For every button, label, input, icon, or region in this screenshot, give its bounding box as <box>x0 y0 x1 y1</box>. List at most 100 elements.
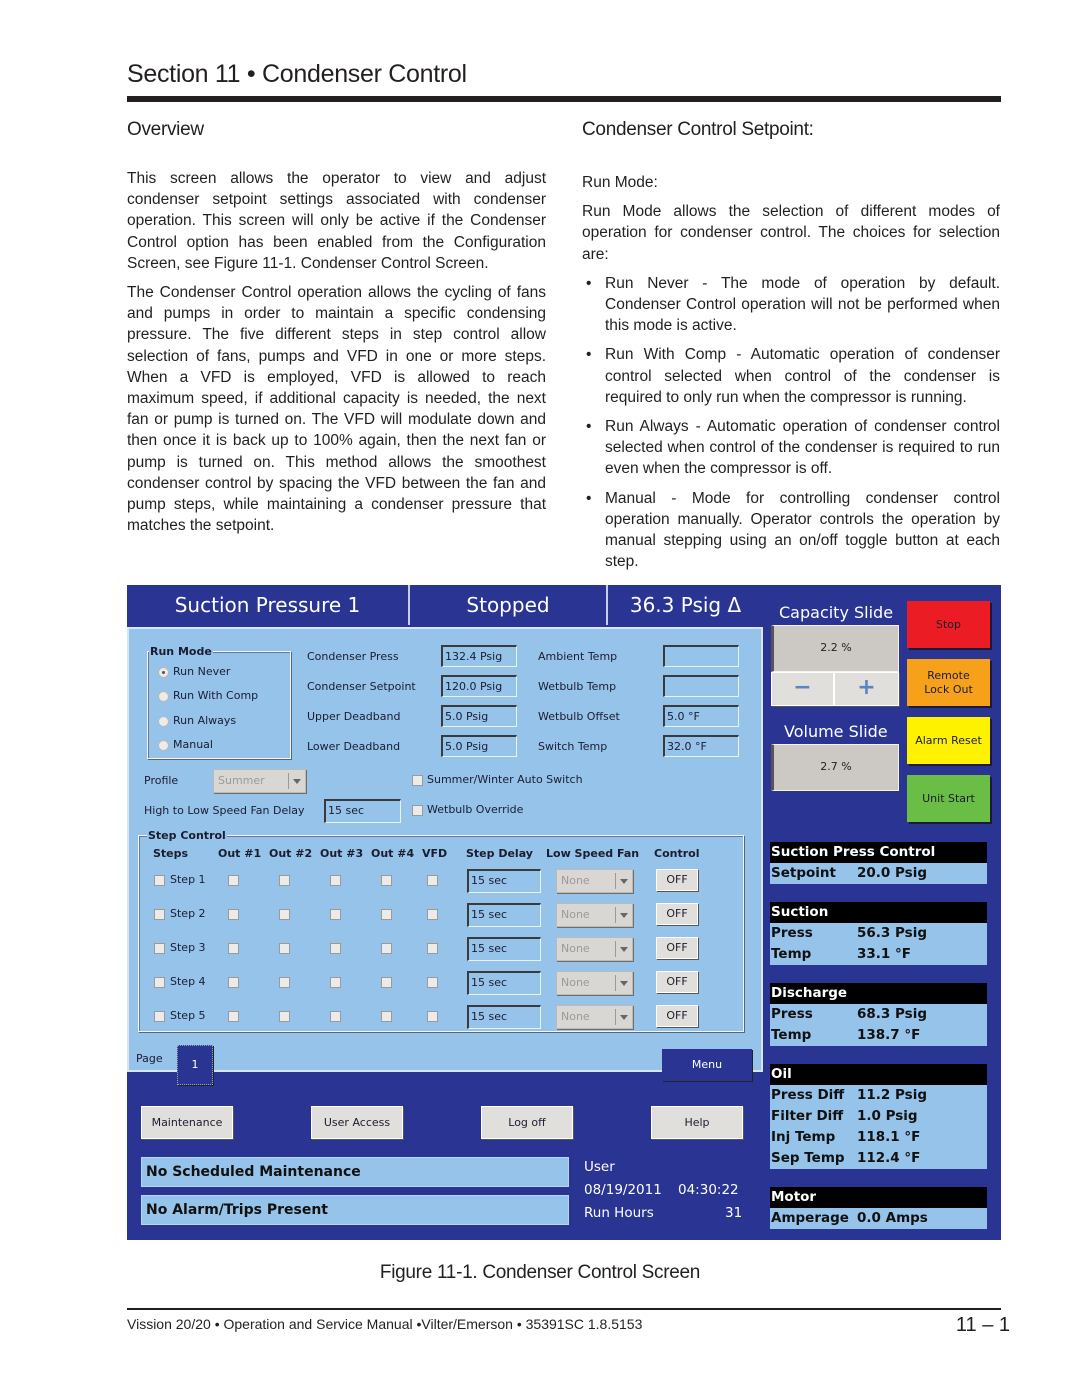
out-3-checkbox[interactable] <box>330 1011 341 1022</box>
profile-label: Profile <box>144 774 179 787</box>
out-4-checkbox[interactable] <box>381 943 392 954</box>
vfd-checkbox[interactable] <box>427 1011 438 1022</box>
footer-rule <box>127 1308 1001 1310</box>
maintenance-button[interactable]: Maintenance <box>141 1106 233 1139</box>
condenser-press-label: Condenser Press <box>307 650 399 663</box>
wetbulb-override-label: Wetbulb Override <box>427 803 524 816</box>
step-enable-checkbox[interactable] <box>154 977 165 988</box>
page-number-button[interactable]: 1 <box>177 1045 213 1085</box>
status-value: 118.1 °F <box>857 1129 921 1145</box>
low-speed-fan-select[interactable]: None <box>556 937 633 961</box>
run-with-comp-radio[interactable] <box>158 691 169 702</box>
user-access-button[interactable]: User Access <box>311 1106 403 1139</box>
out-2-checkbox[interactable] <box>279 977 290 988</box>
step-control-toggle-button[interactable]: OFF <box>656 869 698 891</box>
out-4-checkbox[interactable] <box>381 875 392 886</box>
step-delay-input[interactable]: 15 sec <box>467 903 541 927</box>
chevron-down-icon <box>615 941 632 957</box>
step-delay-input[interactable]: 15 sec <box>467 937 541 961</box>
out-1-checkbox[interactable] <box>228 977 239 988</box>
status-value: 112.4 °F <box>857 1150 921 1166</box>
compressor-name-tab[interactable]: Suction Pressure 1 <box>127 585 410 625</box>
status-key: Filter Diff <box>771 1108 844 1124</box>
profile-select[interactable]: Summer <box>213 769 306 793</box>
setpoint-column: Run Mode: Run Mode allows the selection … <box>582 172 1000 580</box>
condenser-setpoint-input[interactable]: 120.0 Psig <box>441 675 517 697</box>
low-speed-fan-select[interactable]: None <box>556 1005 633 1029</box>
alarm-reset-button[interactable]: Alarm Reset <box>907 717 990 764</box>
status-value: 56.3 Psig <box>857 925 927 941</box>
list-item: • Run Never - The mode of operation by de… <box>582 273 1000 337</box>
status-group-title: Oil <box>770 1064 987 1085</box>
step-control-toggle-button[interactable]: OFF <box>656 1005 698 1027</box>
step-delay-input[interactable]: 15 sec <box>467 1005 541 1029</box>
column-header-vfd: VFD <box>422 847 448 860</box>
summer-winter-auto-switch-label: Summer/Winter Auto Switch <box>427 773 583 786</box>
step-enable-checkbox[interactable] <box>154 909 165 920</box>
out-3-checkbox[interactable] <box>330 977 341 988</box>
out-1-checkbox[interactable] <box>228 943 239 954</box>
step-enable-checkbox[interactable] <box>154 1011 165 1022</box>
step-control-toggle-button[interactable]: OFF <box>656 937 698 959</box>
fan-delay-input[interactable]: 15 sec <box>324 799 401 823</box>
low-speed-fan-select[interactable]: None <box>556 903 633 927</box>
low-speed-fan-select[interactable]: None <box>556 971 633 995</box>
step-enable-checkbox[interactable] <box>154 943 165 954</box>
out-1-checkbox[interactable] <box>228 909 239 920</box>
out-3-checkbox[interactable] <box>330 943 341 954</box>
bullet-icon: • <box>586 418 592 436</box>
step-delay-input[interactable]: 15 sec <box>467 971 541 995</box>
step-control-toggle-button[interactable]: OFF <box>656 971 698 993</box>
run-never-radio[interactable] <box>158 667 169 678</box>
wetbulb-offset-input[interactable]: 5.0 °F <box>663 705 739 727</box>
vfd-checkbox[interactable] <box>427 875 438 886</box>
unit-start-button[interactable]: Unit Start <box>907 775 990 822</box>
out-1-checkbox[interactable] <box>228 1011 239 1022</box>
manual-radio[interactable] <box>158 740 169 751</box>
out-2-checkbox[interactable] <box>279 1011 290 1022</box>
out-2-checkbox[interactable] <box>279 943 290 954</box>
lower-deadband-input[interactable]: 5.0 Psig <box>441 735 517 757</box>
capacity-increase-button[interactable]: + <box>834 672 899 706</box>
step-delay-input[interactable]: 15 sec <box>467 869 541 893</box>
run-always-label: Run Always <box>173 714 237 727</box>
out-4-checkbox[interactable] <box>381 977 392 988</box>
stop-button[interactable]: Stop <box>907 601 990 648</box>
figure-caption: Figure 11-1. Condenser Control Screen <box>379 1262 701 1283</box>
status-row: Press 56.3 Psig <box>770 923 987 944</box>
step-control-toggle-button[interactable]: OFF <box>656 903 698 925</box>
switch-temp-input[interactable]: 32.0 °F <box>663 735 739 757</box>
vfd-checkbox[interactable] <box>427 943 438 954</box>
out-3-checkbox[interactable] <box>330 909 341 920</box>
list-item-text: Run Never - The mode of operation by def… <box>605 274 1000 335</box>
list-item: • Run Always - Automatic operation of con… <box>582 416 1000 480</box>
capacity-decrease-button[interactable]: − <box>771 672 834 706</box>
help-button[interactable]: Help <box>651 1106 743 1139</box>
menu-button[interactable]: Menu <box>662 1049 752 1081</box>
remote-lock-out-button[interactable]: Remote Lock Out <box>907 659 990 706</box>
low-speed-fan-select[interactable]: None <box>556 869 633 893</box>
step-control-group <box>138 835 744 1032</box>
vfd-checkbox[interactable] <box>427 909 438 920</box>
out-3-checkbox[interactable] <box>330 875 341 886</box>
out-4-checkbox[interactable] <box>381 909 392 920</box>
upper-deadband-input[interactable]: 5.0 Psig <box>441 705 517 727</box>
status-row: Press 68.3 Psig <box>770 1004 987 1025</box>
status-row: Inj Temp 118.1 °F <box>770 1127 987 1148</box>
step-enable-checkbox[interactable] <box>154 875 165 886</box>
log-off-button[interactable]: Log off <box>481 1106 573 1139</box>
wetbulb-override-checkbox[interactable] <box>412 805 423 816</box>
summer-winter-auto-switch-checkbox[interactable] <box>412 775 423 786</box>
run-never-label: Run Never <box>173 665 231 678</box>
status-value: 68.3 Psig <box>857 1006 927 1022</box>
vfd-checkbox[interactable] <box>427 977 438 988</box>
out-4-checkbox[interactable] <box>381 1011 392 1022</box>
volume-slide-title: Volume Slide <box>784 722 888 741</box>
out-1-checkbox[interactable] <box>228 875 239 886</box>
run-always-radio[interactable] <box>158 716 169 727</box>
out-2-checkbox[interactable] <box>279 909 290 920</box>
alarm-message: No Alarm/Trips Present <box>141 1195 569 1225</box>
out-2-checkbox[interactable] <box>279 875 290 886</box>
wetbulb-temp-label: Wetbulb Temp <box>538 680 617 693</box>
overview-paragraph: The Condenser Control operation allows t… <box>127 284 546 535</box>
